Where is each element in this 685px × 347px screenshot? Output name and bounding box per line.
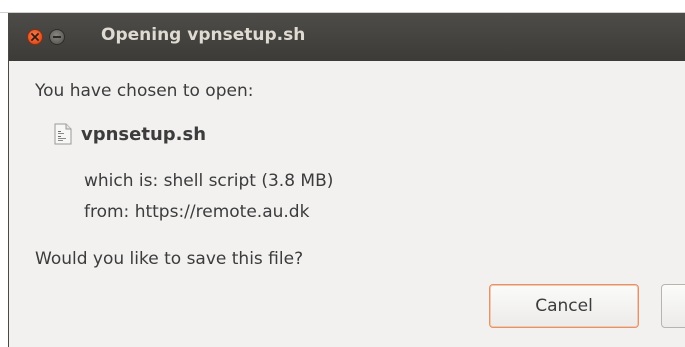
file-open-dialog: Opening vpnsetup.sh You have chosen to o… <box>8 13 685 347</box>
partially-hidden-button[interactable] <box>661 284 685 328</box>
dialog-title: Opening vpnsetup.sh <box>101 25 306 45</box>
minimize-icon <box>53 36 61 38</box>
file-type-info: which is: shell script (3.8 MB) <box>84 171 334 191</box>
dialog-content: You have chosen to open: vpnsetup.sh whi… <box>9 61 685 347</box>
file-name: vpnsetup.sh <box>81 124 207 145</box>
save-question: Would you like to save this file? <box>35 249 304 269</box>
file-source-info: from: https://remote.au.dk <box>84 202 310 222</box>
cancel-button[interactable]: Cancel <box>489 284 639 328</box>
close-window-button[interactable] <box>27 29 43 45</box>
shell-script-file-icon <box>54 123 72 145</box>
open-prompt: You have chosen to open: <box>35 81 254 101</box>
title-bar[interactable]: Opening vpnsetup.sh <box>9 13 685 61</box>
minimize-window-button[interactable] <box>49 29 65 45</box>
close-icon <box>31 33 39 41</box>
